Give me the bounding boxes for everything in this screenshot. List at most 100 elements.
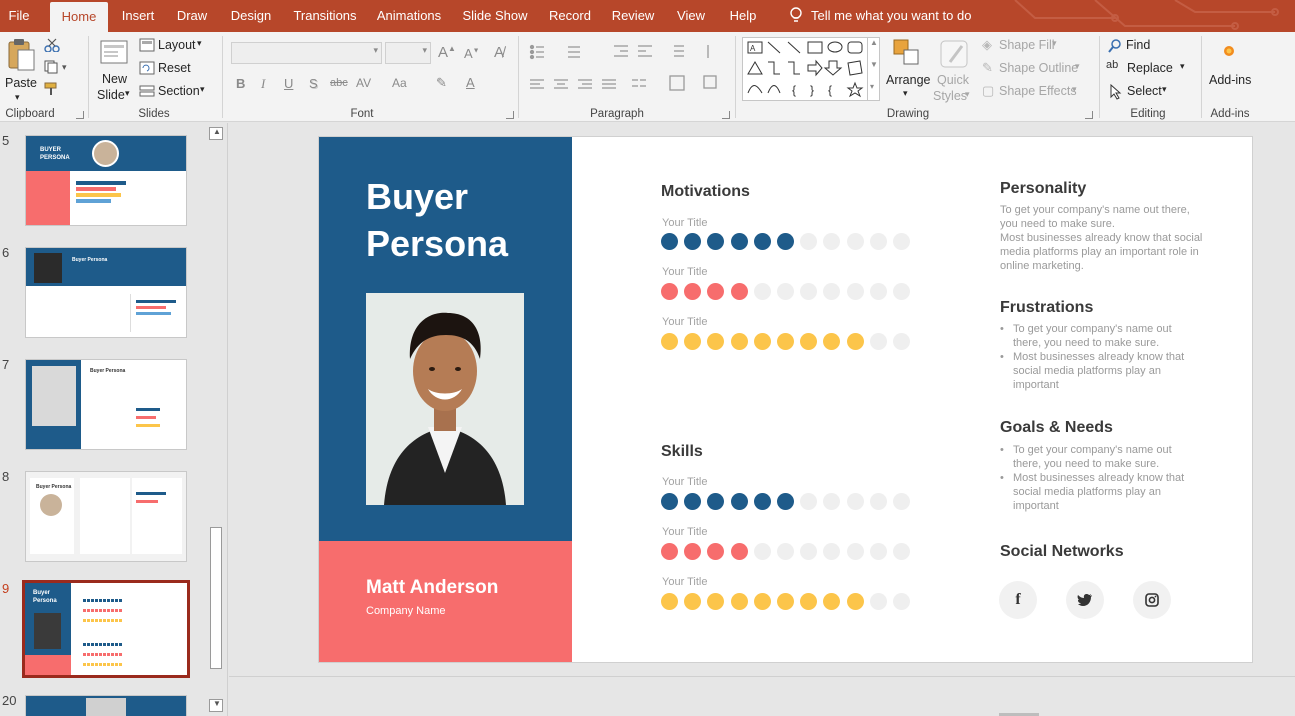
gallery-scroll[interactable]: ▲ ▼ ▾ bbox=[867, 38, 879, 100]
tab-animations[interactable]: Animations bbox=[372, 0, 446, 32]
motivations-heading[interactable]: Motivations bbox=[661, 183, 750, 201]
format-painter-icon[interactable] bbox=[44, 82, 60, 96]
instagram-icon[interactable] bbox=[1133, 581, 1171, 619]
lightbulb-icon bbox=[790, 7, 802, 22]
tab-help[interactable]: Help bbox=[724, 0, 762, 32]
shape-effects-button[interactable]: ▢ Shape Effects ▾ bbox=[982, 83, 1086, 100]
tab-home[interactable]: Home bbox=[50, 2, 108, 32]
copy-icon[interactable]: ▾ bbox=[44, 60, 70, 74]
shadow-button[interactable]: S bbox=[309, 76, 318, 91]
facebook-icon[interactable]: f bbox=[999, 581, 1037, 619]
new-slide-button[interactable]: New Slide ▾ bbox=[94, 36, 136, 106]
rating-dot-empty bbox=[777, 283, 794, 300]
slide-canvas[interactable]: Buyer Persona Matt Anderson Company Name… bbox=[319, 137, 1252, 662]
italic-button[interactable]: I bbox=[261, 76, 265, 92]
tab-insert[interactable]: Insert bbox=[117, 0, 159, 32]
clipboard-dialog-launcher[interactable] bbox=[76, 111, 84, 119]
ribbon-home: Paste ▾ ▾ Clipboard New Slide ▾ Layout ▾… bbox=[0, 32, 1295, 122]
shape-fill-button[interactable]: ◈ Shape Fill ▾ bbox=[982, 37, 1082, 54]
scroll-down-button[interactable]: ▼ bbox=[209, 699, 223, 712]
rating-dot-filled bbox=[800, 593, 818, 610]
bold-button[interactable]: B bbox=[236, 76, 245, 91]
rating-dot-filled bbox=[684, 233, 702, 250]
rating-dot-empty bbox=[800, 283, 818, 300]
arrange-button[interactable]: Arrange ▾ bbox=[884, 36, 930, 106]
rating-dot-filled bbox=[684, 593, 702, 610]
tab-draw[interactable]: Draw bbox=[172, 0, 212, 32]
chevron-down-icon: ▾ bbox=[965, 89, 970, 99]
tab-transitions[interactable]: Transitions bbox=[290, 0, 360, 32]
motivation-row-1-label[interactable]: Your Title bbox=[662, 217, 707, 229]
tab-file[interactable]: File bbox=[0, 0, 38, 32]
decrease-font-icon[interactable]: A▼ bbox=[464, 46, 480, 61]
slide-title[interactable]: Buyer Persona bbox=[366, 173, 508, 267]
slide-thumbnail-20[interactable] bbox=[25, 695, 187, 716]
skill-row-1-label[interactable]: Your Title bbox=[662, 476, 707, 488]
shape-outline-button[interactable]: ✎ Shape Outline ▾ bbox=[982, 60, 1086, 77]
frustrations-list[interactable]: To get your company's name out there, yo… bbox=[1000, 322, 1195, 392]
motivation-row-2-label[interactable]: Your Title bbox=[662, 266, 707, 278]
motivation-row-3-label[interactable]: Your Title bbox=[662, 316, 707, 328]
rating-dot-filled bbox=[707, 493, 725, 510]
slide-thumbnail-7[interactable]: Buyer Persona bbox=[25, 359, 187, 450]
tab-view[interactable]: View bbox=[672, 0, 710, 32]
slide-thumbnail-9[interactable]: Buyer Persona bbox=[22, 580, 190, 678]
section-button[interactable]: Section ▾ bbox=[139, 83, 211, 101]
replace-button[interactable]: ab Replace ▾ bbox=[1106, 59, 1190, 77]
cut-icon[interactable] bbox=[44, 38, 60, 52]
rating-dot-empty bbox=[869, 543, 887, 560]
tab-slide-show[interactable]: Slide Show bbox=[460, 0, 530, 32]
ribbon-separator bbox=[735, 36, 736, 118]
tab-review[interactable]: Review bbox=[608, 0, 658, 32]
rating-dot-filled bbox=[730, 593, 748, 610]
goals-list[interactable]: To get your company's name out there, yo… bbox=[1000, 443, 1195, 513]
scroll-up-button[interactable]: ▲ bbox=[209, 127, 223, 140]
skill-row-2-label[interactable]: Your Title bbox=[662, 526, 707, 538]
strikethrough-button[interactable]: abc bbox=[330, 77, 348, 89]
slide-thumbnail-5[interactable]: BUYER PERSONA bbox=[25, 135, 187, 226]
add-ins-button[interactable]: Add-ins bbox=[1206, 38, 1254, 98]
frustrations-heading[interactable]: Frustrations bbox=[1000, 299, 1093, 317]
quick-styles-label-2: Styles bbox=[933, 89, 968, 103]
select-button[interactable]: Select ▾ bbox=[1110, 84, 1180, 100]
font-color-icon[interactable]: A bbox=[466, 75, 475, 90]
shapes-gallery[interactable]: A { } {▲ ▼ ▾ bbox=[742, 37, 880, 101]
paste-button[interactable]: Paste ▾ bbox=[2, 36, 38, 102]
reset-button[interactable]: Reset bbox=[139, 60, 209, 78]
tab-record[interactable]: Record bbox=[544, 0, 596, 32]
skill-row-3-label[interactable]: Your Title bbox=[662, 576, 707, 588]
drawing-dialog-launcher[interactable] bbox=[1085, 111, 1093, 119]
paragraph-dialog-launcher[interactable] bbox=[722, 111, 730, 119]
scroll-thumb[interactable] bbox=[210, 527, 222, 669]
slide-thumbnail-6[interactable]: Buyer Persona bbox=[25, 247, 187, 338]
paragraph-controls[interactable] bbox=[528, 42, 724, 102]
company-name[interactable]: Company Name bbox=[366, 605, 445, 617]
highlight-icon[interactable]: ✎ bbox=[436, 75, 447, 91]
notes-area[interactable] bbox=[229, 676, 1295, 716]
thumbnails-scrollbar[interactable]: ▲ ▼ bbox=[208, 127, 224, 715]
social-networks-heading[interactable]: Social Networks bbox=[1000, 543, 1124, 561]
font-dialog-launcher[interactable] bbox=[506, 111, 514, 119]
tab-design[interactable]: Design bbox=[226, 0, 276, 32]
layout-button[interactable]: Layout ▾ bbox=[139, 37, 209, 55]
tell-me-search[interactable]: Tell me what you want to do bbox=[790, 0, 971, 32]
character-spacing-button[interactable]: AV bbox=[356, 76, 371, 90]
goals-heading[interactable]: Goals & Needs bbox=[1000, 419, 1113, 437]
personality-heading[interactable]: Personality bbox=[1000, 180, 1086, 198]
skills-heading[interactable]: Skills bbox=[661, 443, 703, 461]
persona-photo[interactable] bbox=[366, 293, 524, 505]
persona-name[interactable]: Matt Anderson bbox=[366, 577, 498, 599]
change-case-button[interactable]: Aa bbox=[392, 76, 407, 90]
personality-text[interactable]: To get your company's name out there, yo… bbox=[1000, 203, 1205, 273]
slide-thumbnail-8[interactable]: Buyer Persona bbox=[25, 471, 187, 562]
increase-font-icon[interactable]: A▲ bbox=[438, 44, 456, 61]
font-name-select[interactable]: ▾ bbox=[231, 42, 382, 64]
quick-styles-button[interactable]: Quick Styles ▾ bbox=[932, 36, 976, 106]
font-size-select[interactable]: ▾ bbox=[385, 42, 431, 64]
rating-dot-filled bbox=[684, 543, 702, 560]
chevron-down-icon: ▾ bbox=[422, 45, 427, 55]
clear-formatting-icon[interactable]: A̸ bbox=[494, 44, 504, 61]
twitter-icon[interactable] bbox=[1066, 581, 1104, 619]
underline-button[interactable]: U bbox=[284, 76, 293, 91]
find-button[interactable]: Find bbox=[1108, 38, 1178, 54]
